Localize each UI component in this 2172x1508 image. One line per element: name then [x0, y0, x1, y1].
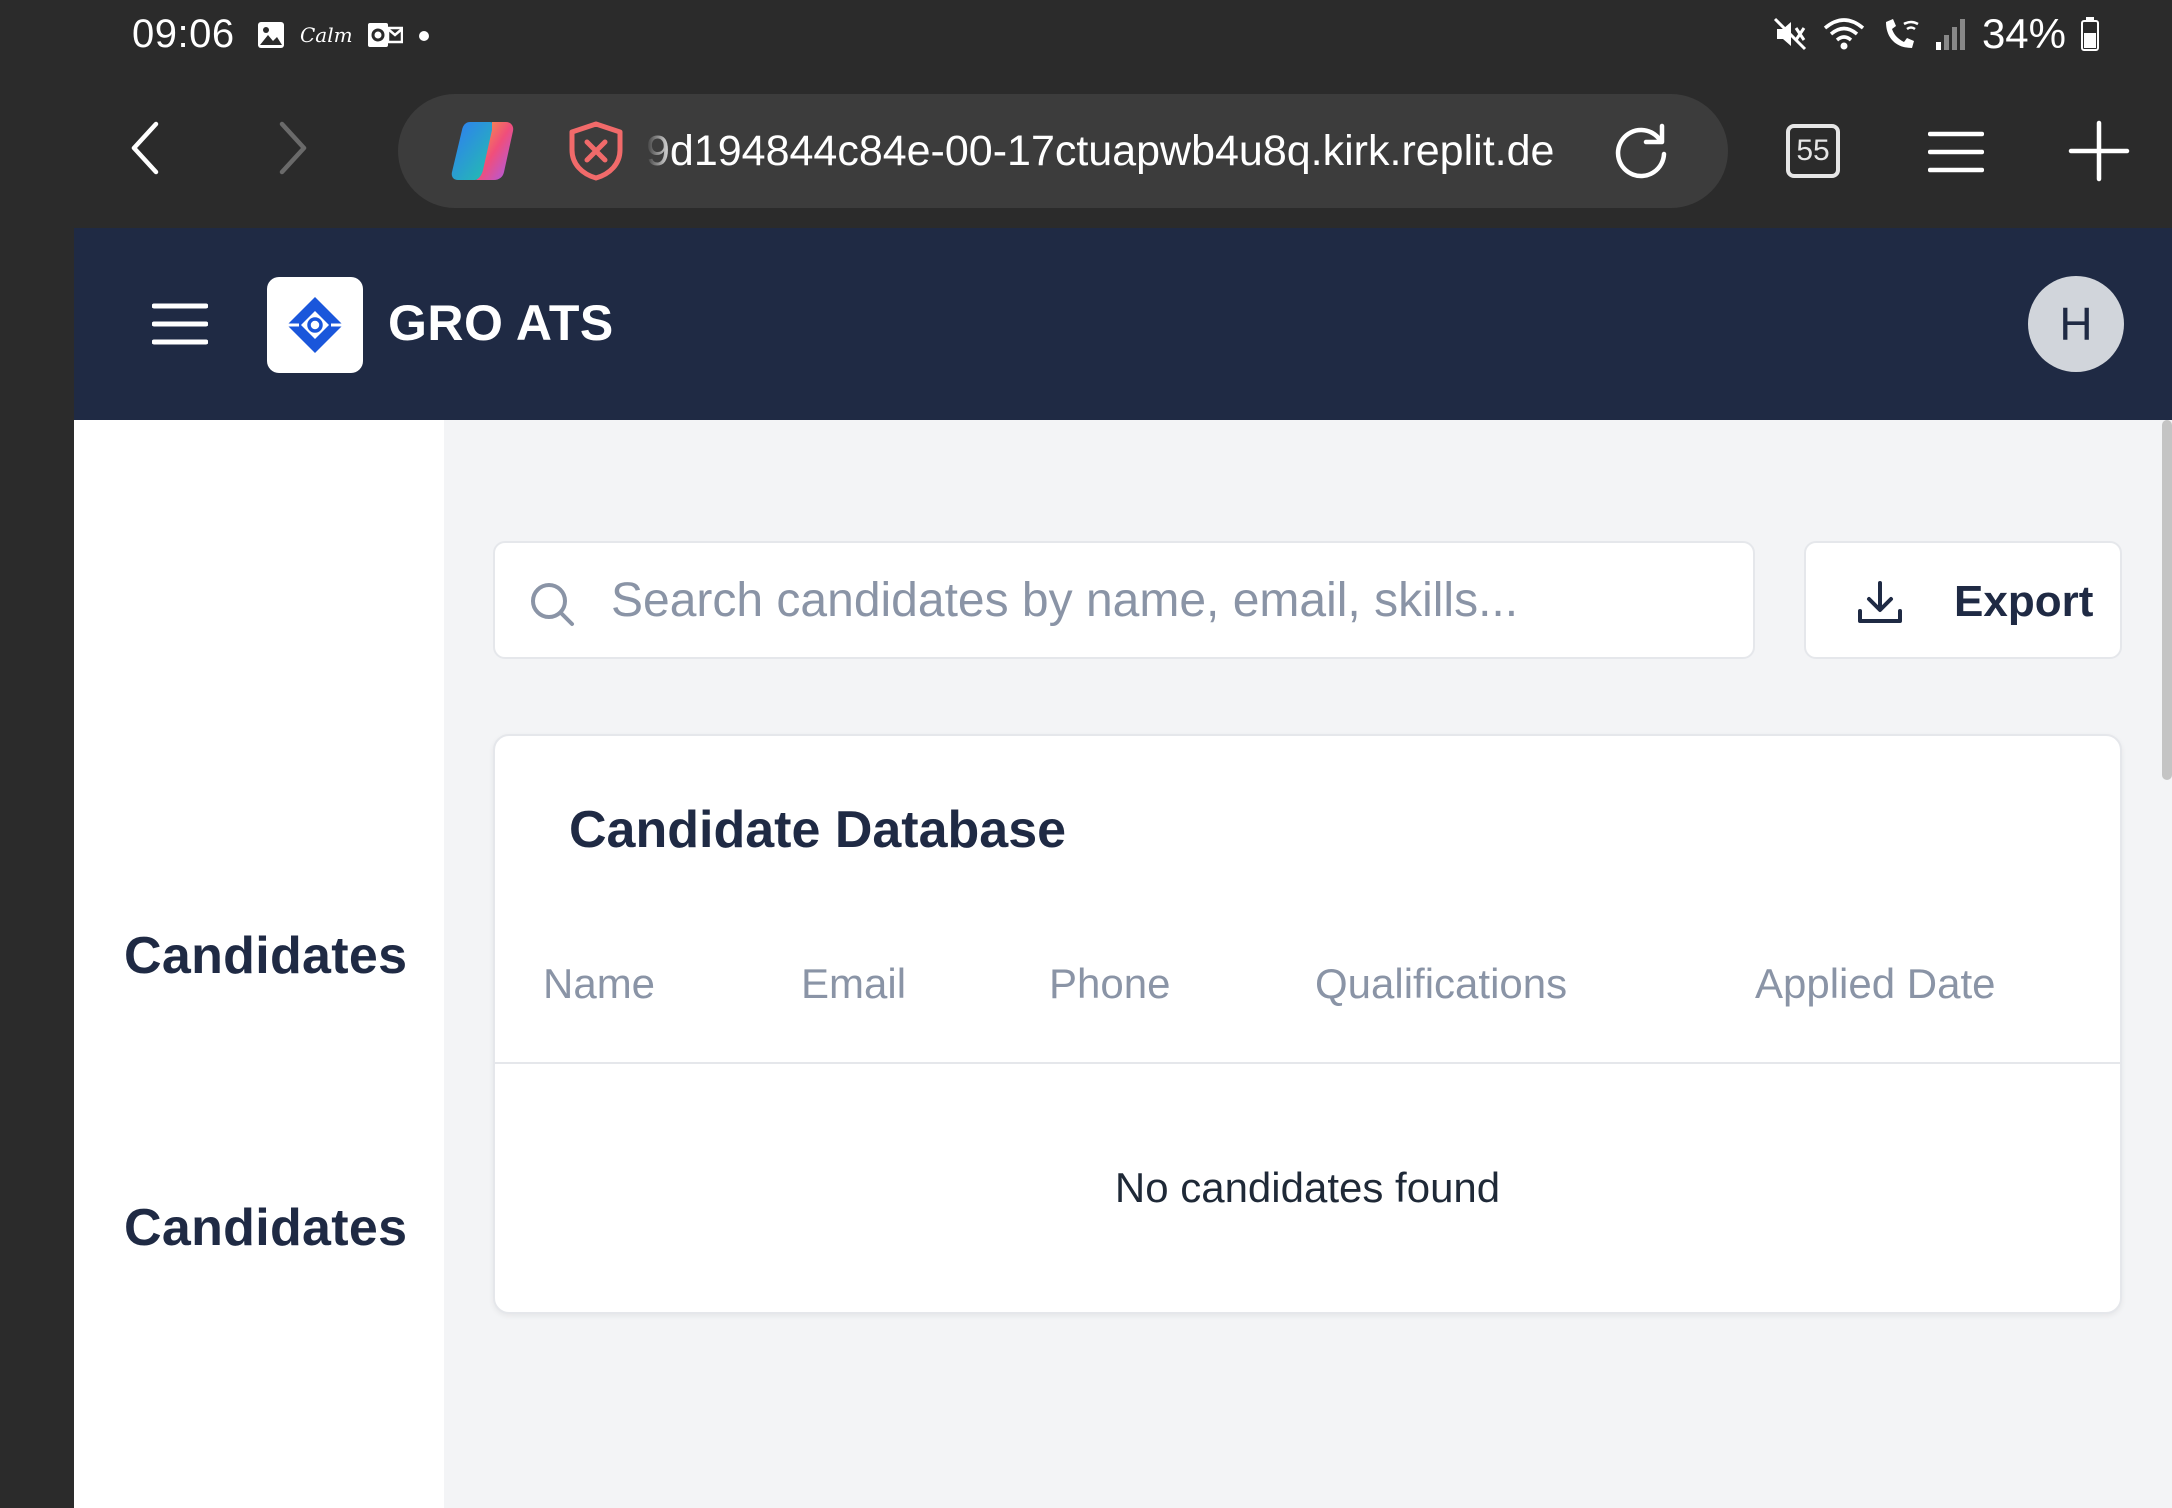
wifi-calling-icon — [1885, 19, 1919, 48]
battery-icon — [2081, 17, 2099, 51]
back-button[interactable] — [114, 116, 178, 180]
logo-icon — [287, 297, 343, 353]
column-header-name[interactable]: Name — [543, 960, 655, 1008]
empty-state-message: No candidates found — [1114, 1164, 1501, 1211]
column-header-applied-date[interactable]: Applied Date — [1755, 960, 1996, 1008]
tabs-icon[interactable]: 55 — [1786, 124, 1840, 178]
image-icon — [258, 22, 284, 48]
column-header-phone[interactable]: Phone — [1049, 960, 1170, 1008]
candidate-database-card: Candidate Database Name Email Phone Qual… — [493, 734, 2122, 1314]
column-header-email[interactable]: Email — [801, 960, 906, 1008]
shield-icon[interactable] — [566, 120, 626, 182]
user-avatar[interactable]: H — [2028, 276, 2124, 372]
menu-icon[interactable] — [1928, 124, 1984, 180]
app-title: GRO ATS — [388, 295, 614, 351]
copilot-icon[interactable] — [448, 118, 518, 184]
url-text[interactable]: 9d194844c84e-00-17ctuapwb4u8q.kirk.repli… — [646, 122, 1586, 180]
dot-icon — [418, 31, 429, 41]
app-header: GRO ATS H — [74, 228, 2172, 420]
new-tab-icon[interactable] — [2068, 120, 2130, 182]
sidebar: Candidates Candidates — [74, 420, 444, 1508]
outlook-icon — [367, 23, 403, 47]
page-scrollbar[interactable] — [2162, 420, 2172, 780]
reload-icon[interactable] — [1610, 120, 1672, 182]
status-bar: 09:06 Calm 34% — [0, 0, 2172, 72]
sidebar-item-candidates-2[interactable]: Candidates — [124, 1198, 407, 1258]
forward-button[interactable] — [260, 116, 324, 180]
forward-icon — [279, 121, 307, 175]
address-bar[interactable]: 9d194844c84e-00-17ctuapwb4u8q.kirk.repli… — [398, 94, 1728, 208]
export-button[interactable]: Export — [1804, 541, 2122, 659]
search-input[interactable] — [609, 545, 1729, 655]
status-time: 09:06 — [132, 12, 235, 56]
status-right: 34% — [1772, 10, 2100, 58]
wifi-icon — [1823, 18, 1865, 50]
status-left-icons: Calm — [256, 20, 431, 50]
search-box[interactable] — [493, 541, 1755, 659]
battery-percent: 34% — [1981, 10, 2066, 57]
export-label: Export — [1954, 577, 2094, 626]
web-page: GRO ATS H Candidates Candidates Export C… — [74, 228, 2172, 1508]
signal-icon — [1935, 19, 1965, 50]
app-logo[interactable] — [267, 277, 363, 373]
card-title: Candidate Database — [569, 801, 1067, 859]
search-icon — [531, 583, 574, 626]
back-icon — [131, 121, 159, 175]
sidebar-item-candidates[interactable]: Candidates — [124, 926, 407, 986]
column-header-qualifications[interactable]: Qualifications — [1315, 960, 1567, 1008]
table-divider — [495, 1062, 2120, 1064]
calm-icon: Calm — [300, 23, 353, 47]
mute-icon — [1773, 17, 1806, 51]
download-icon — [1858, 581, 1902, 623]
hamburger-menu-icon[interactable] — [152, 300, 208, 348]
browser-toolbar: 9d194844c84e-00-17ctuapwb4u8q.kirk.repli… — [0, 72, 2172, 228]
